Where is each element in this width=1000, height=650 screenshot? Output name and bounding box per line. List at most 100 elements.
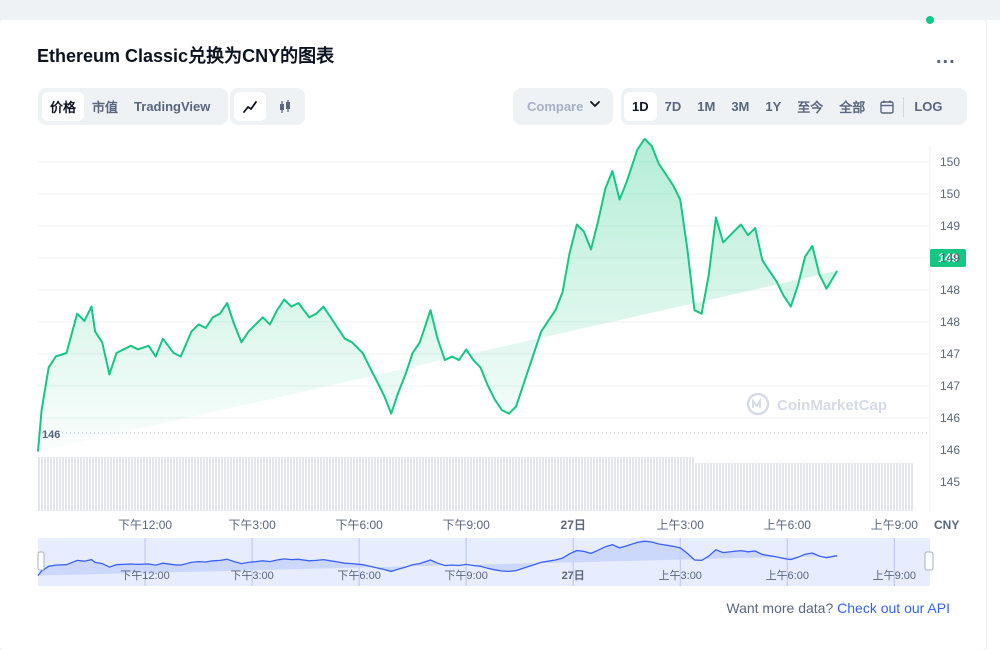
baseline-label: 146 [42, 429, 60, 441]
volume-bar [134, 457, 136, 511]
volume-bar [902, 463, 904, 511]
volume-bar [149, 457, 151, 511]
volume-bar [773, 463, 775, 511]
volume-bar [155, 457, 157, 511]
volume-bar [725, 463, 727, 511]
volume-bar [605, 457, 607, 511]
volume-bar [698, 463, 700, 511]
volume-bar [86, 457, 88, 511]
volume-bar [131, 457, 133, 511]
volume-bar [563, 457, 565, 511]
volume-bar [731, 463, 733, 511]
volume-bar [362, 457, 364, 511]
volume-bar [116, 457, 118, 511]
volume-bar [311, 457, 313, 511]
volume-bar [365, 457, 367, 511]
volume-bar [236, 457, 238, 511]
volume-bar [341, 457, 343, 511]
volume-bar [602, 457, 604, 511]
volume-bar [209, 457, 211, 511]
api-promo: Want more data? Check out our API [726, 600, 950, 616]
navigator-right-handle[interactable] [924, 551, 934, 571]
volume-bar [74, 457, 76, 511]
volume-bar [614, 457, 616, 511]
volume-bar [338, 457, 340, 511]
volume-bar [83, 457, 85, 511]
volume-bar [671, 457, 673, 511]
y-tick-label: 149 [940, 219, 960, 233]
volume-bar [428, 457, 430, 511]
navigator-tick-label: 下午6:00 [337, 569, 380, 582]
volume-bar [803, 463, 805, 511]
volume-bar [314, 457, 316, 511]
volume-bar [248, 457, 250, 511]
api-link[interactable]: Check out our API [837, 600, 950, 616]
y-tick-label: 150 [940, 155, 960, 169]
volume-bar [869, 463, 871, 511]
volume-bar [332, 457, 334, 511]
volume-bar [77, 457, 79, 511]
volume-bar [905, 463, 907, 511]
volume-bar [836, 463, 838, 511]
right-handle-grip[interactable] [924, 551, 934, 571]
volume-bar [170, 457, 172, 511]
volume-bar [734, 463, 736, 511]
volume-bar [617, 457, 619, 511]
current-price-dot [926, 16, 934, 24]
volume-bar [713, 463, 715, 511]
volume-bar [821, 463, 823, 511]
currency-label: CNY [934, 518, 959, 532]
y-tick-label: 147 [940, 379, 960, 393]
volume-bar [794, 463, 796, 511]
volume-bar [626, 457, 628, 511]
volume-bar [449, 457, 451, 511]
volume-bar [371, 457, 373, 511]
volume-bar [434, 457, 436, 511]
volume-bar [476, 457, 478, 511]
volume-bar [908, 463, 910, 511]
volume-bar [800, 463, 802, 511]
volume-bar [575, 457, 577, 511]
y-tick-label: 148 [940, 315, 960, 329]
volume-bar [764, 463, 766, 511]
volume-bar [710, 463, 712, 511]
volume-bar [467, 457, 469, 511]
volume-bar [443, 457, 445, 511]
volume-bar [797, 463, 799, 511]
volume-bar [305, 457, 307, 511]
volume-bar [419, 457, 421, 511]
volume-bar [455, 457, 457, 511]
volume-bar [197, 457, 199, 511]
volume-bar [176, 457, 178, 511]
volume-bar [650, 457, 652, 511]
x-tick-label: 下午12:00 [118, 518, 172, 532]
volume-bar [776, 463, 778, 511]
volume-bar [716, 463, 718, 511]
volume-bar [656, 457, 658, 511]
volume-bar [560, 457, 562, 511]
navigator-left-handle[interactable] [37, 551, 45, 571]
navigator-tick-label: 下午3:00 [230, 569, 273, 582]
volume-bar [257, 457, 259, 511]
volume-bar [566, 457, 568, 511]
volume-bar [581, 457, 583, 511]
y-axis: 150 150 149 149 148 148 147 147 146 146 145 [940, 155, 960, 489]
volume-bar [98, 457, 100, 511]
volume-bar [881, 463, 883, 511]
volume-bar [593, 457, 595, 511]
price-chart[interactable]: CoinMarketCap 146 149 150 150 149 149 148 148… [0, 16, 986, 600]
volume-bar [488, 457, 490, 511]
volume-bar [59, 457, 61, 511]
volume-bar [278, 457, 280, 511]
volume-bar [527, 457, 529, 511]
volume-bar [707, 463, 709, 511]
volume-bar [911, 463, 913, 511]
x-axis: 下午12:00 下午3:00 下午6:00 下午9:00 27日 上午3:00 上午6:00… [118, 518, 918, 532]
volume-bar [290, 457, 292, 511]
volume-bar [452, 457, 454, 511]
volume-bar [737, 463, 739, 511]
volume-bar [806, 463, 808, 511]
volume-bar [359, 457, 361, 511]
left-handle-grip[interactable] [37, 551, 45, 571]
volume-bar [743, 463, 745, 511]
